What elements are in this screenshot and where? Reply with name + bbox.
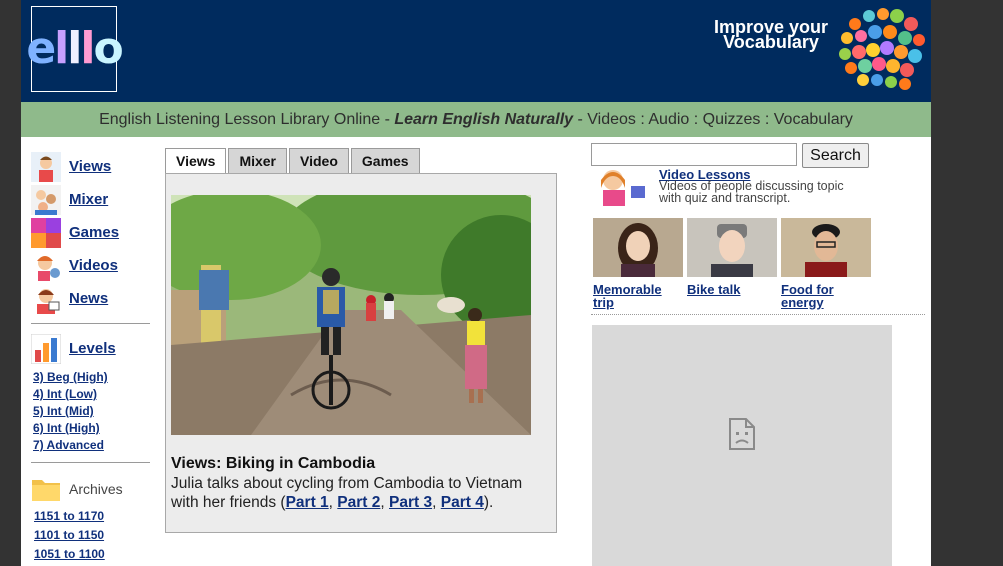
divider bbox=[591, 314, 925, 315]
content-tabs: Views Mixer Video Games bbox=[165, 148, 422, 175]
promo-line-2: Vocabulary bbox=[723, 32, 819, 52]
thumb-bike-talk[interactable]: Bike talk bbox=[687, 218, 777, 296]
ad-placeholder bbox=[592, 325, 892, 566]
archives-header: Archives bbox=[31, 471, 151, 507]
tab-mixer[interactable]: Mixer bbox=[228, 148, 288, 173]
tab-video[interactable]: Video bbox=[289, 148, 349, 173]
vocabulary-promo[interactable]: Improve your Vocabulary bbox=[711, 18, 831, 52]
broken-page-icon bbox=[729, 418, 755, 450]
divider bbox=[31, 462, 150, 463]
levels-label[interactable]: Levels bbox=[69, 340, 116, 357]
thumb-label[interactable]: Food for energy bbox=[781, 283, 871, 309]
tagline-bar: English Listening Lesson Library Online … bbox=[21, 102, 931, 137]
level-link[interactable]: 7) Advanced bbox=[33, 437, 151, 454]
folder-icon bbox=[32, 480, 60, 501]
level-link[interactable]: 3) Beg (High) bbox=[33, 369, 151, 386]
games-icon bbox=[31, 217, 61, 248]
video-lessons-icon[interactable] bbox=[591, 166, 653, 206]
sidebar-item-views[interactable]: Views bbox=[31, 150, 151, 183]
site-header: elllo Improve your Vocabulary bbox=[21, 0, 931, 102]
thumb-label[interactable]: Memorable trip bbox=[593, 283, 683, 309]
sidebar-item-news[interactable]: News bbox=[31, 282, 151, 315]
feature-title: Views: Biking in Cambodia bbox=[171, 455, 376, 472]
archive-link[interactable]: 1101 to 1150 bbox=[34, 526, 151, 545]
archives-list: 1151 to 1170 1101 to 1150 1051 to 1100 bbox=[31, 507, 151, 564]
thumbnail-image[interactable] bbox=[687, 218, 777, 277]
tab-panel: Views: Biking in Cambodia Julia talks ab… bbox=[165, 173, 557, 533]
tagline-emphasis: Learn English Naturally bbox=[394, 110, 574, 128]
news-icon bbox=[31, 283, 61, 314]
archive-link[interactable]: 1051 to 1100 bbox=[34, 545, 151, 564]
levels-list: 3) Beg (High) 4) Int (Low) 5) Int (Mid) … bbox=[31, 369, 151, 454]
video-lessons-description: Videos of people discussing topic with q… bbox=[659, 179, 844, 205]
search-button[interactable]: Search bbox=[802, 143, 869, 168]
sidebar-item-label[interactable]: Games bbox=[69, 224, 119, 241]
tab-games[interactable]: Games bbox=[350, 148, 420, 173]
thumbnail-image[interactable] bbox=[593, 218, 683, 277]
sidebar-item-levels[interactable]: Levels bbox=[31, 332, 151, 365]
sidebar-item-label[interactable]: Mixer bbox=[69, 191, 108, 208]
tagline-part-2[interactable]: - Videos : Audio : Quizzes : Vocabulary bbox=[573, 111, 853, 129]
sidebar-item-label[interactable]: Views bbox=[69, 158, 111, 175]
sidebar-item-videos[interactable]: Videos bbox=[31, 249, 151, 282]
page: elllo Improve your Vocabulary English Li… bbox=[21, 0, 931, 566]
divider bbox=[31, 323, 150, 324]
tab-views[interactable]: Views bbox=[165, 148, 227, 175]
level-link[interactable]: 4) Int (Low) bbox=[33, 386, 151, 403]
sidebar-item-label[interactable]: Videos bbox=[69, 257, 118, 274]
vocabulary-bubbles-icon[interactable] bbox=[835, 4, 927, 96]
thumb-food-for-energy[interactable]: Food for energy bbox=[781, 218, 871, 309]
part-1-link[interactable]: Part 1 bbox=[286, 494, 329, 511]
level-link[interactable]: 5) Int (Mid) bbox=[33, 403, 151, 420]
sidebar-item-mixer[interactable]: Mixer bbox=[31, 183, 151, 216]
videos-icon bbox=[31, 250, 61, 281]
thumb-label[interactable]: Bike talk bbox=[687, 283, 777, 296]
bar-chart-icon bbox=[31, 333, 61, 364]
archive-link[interactable]: 1151 to 1170 bbox=[34, 507, 151, 526]
views-icon bbox=[31, 151, 61, 182]
left-sidebar: Views Mixer Games Videos News Levels 3) … bbox=[31, 150, 151, 564]
search-input[interactable] bbox=[591, 143, 797, 166]
sidebar-item-label[interactable]: News bbox=[69, 290, 108, 307]
feature-description: Julia talks about cycling from Cambodia … bbox=[171, 475, 523, 511]
site-logo[interactable]: elllo bbox=[26, 6, 124, 92]
feature-photo[interactable] bbox=[171, 195, 531, 435]
feature-text-end: ). bbox=[483, 494, 494, 511]
part-4-link[interactable]: Part 4 bbox=[441, 494, 484, 511]
mixer-icon bbox=[31, 184, 61, 215]
thumb-memorable-trip[interactable]: Memorable trip bbox=[593, 218, 683, 309]
thumbnail-image[interactable] bbox=[781, 218, 871, 277]
sidebar-item-games[interactable]: Games bbox=[31, 216, 151, 249]
part-2-link[interactable]: Part 2 bbox=[337, 494, 380, 511]
level-link[interactable]: 6) Int (High) bbox=[33, 420, 151, 437]
tagline-part-1: English Listening Lesson Library Online … bbox=[99, 110, 395, 128]
archives-label: Archives bbox=[69, 481, 123, 497]
part-3-link[interactable]: Part 3 bbox=[389, 494, 432, 511]
